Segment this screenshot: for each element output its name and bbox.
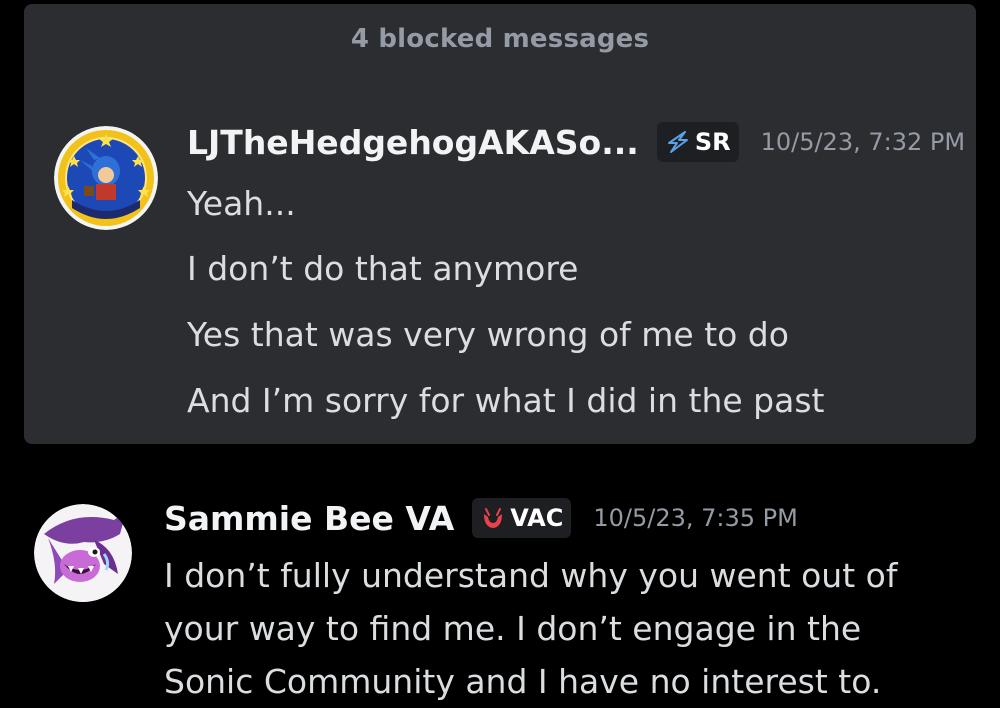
timestamp: 10/5/23, 7:35 PM xyxy=(593,504,798,532)
message-header: LJTheHedgehogAKASo... SR 10/5/23, 7:32 P… xyxy=(187,122,965,162)
server-tag-label: VAC xyxy=(510,503,564,532)
timestamp: 10/5/23, 7:32 PM xyxy=(760,128,966,156)
avatar[interactable] xyxy=(34,504,132,602)
server-tag[interactable]: SR xyxy=(656,122,739,162)
message-line: your way to find me. I don’t engage in t… xyxy=(164,609,862,648)
message-line: I don’t fully understand why you went ou… xyxy=(164,556,898,595)
blocked-messages-panel: 4 blocked messages LJTheHedgehogAKASo...… xyxy=(24,4,976,444)
message-line: And I’m sorry for what I did in the past xyxy=(187,381,825,420)
username[interactable]: LJTheHedgehogAKASo... xyxy=(187,123,639,162)
message-line: Yes that was very wrong of me to do xyxy=(187,315,789,354)
message-line: I don’t do that anymore xyxy=(187,249,579,288)
message-line: Sonic Community and I have no interest t… xyxy=(164,662,882,701)
server-tag[interactable]: VAC xyxy=(472,498,572,538)
shield-crescent-icon xyxy=(480,505,506,531)
blocked-messages-toggle[interactable]: 4 blocked messages xyxy=(24,24,976,54)
lightning-bolt-icon xyxy=(665,129,691,155)
server-tag-label: SR xyxy=(694,127,731,156)
message-header: Sammie Bee VA VAC 10/5/23, 7:35 PM xyxy=(164,498,798,538)
message-line: Yeah... xyxy=(187,184,296,223)
avatar-image xyxy=(54,126,158,230)
avatar[interactable] xyxy=(54,126,158,230)
avatar-image xyxy=(34,504,132,602)
username[interactable]: Sammie Bee VA xyxy=(164,499,454,538)
